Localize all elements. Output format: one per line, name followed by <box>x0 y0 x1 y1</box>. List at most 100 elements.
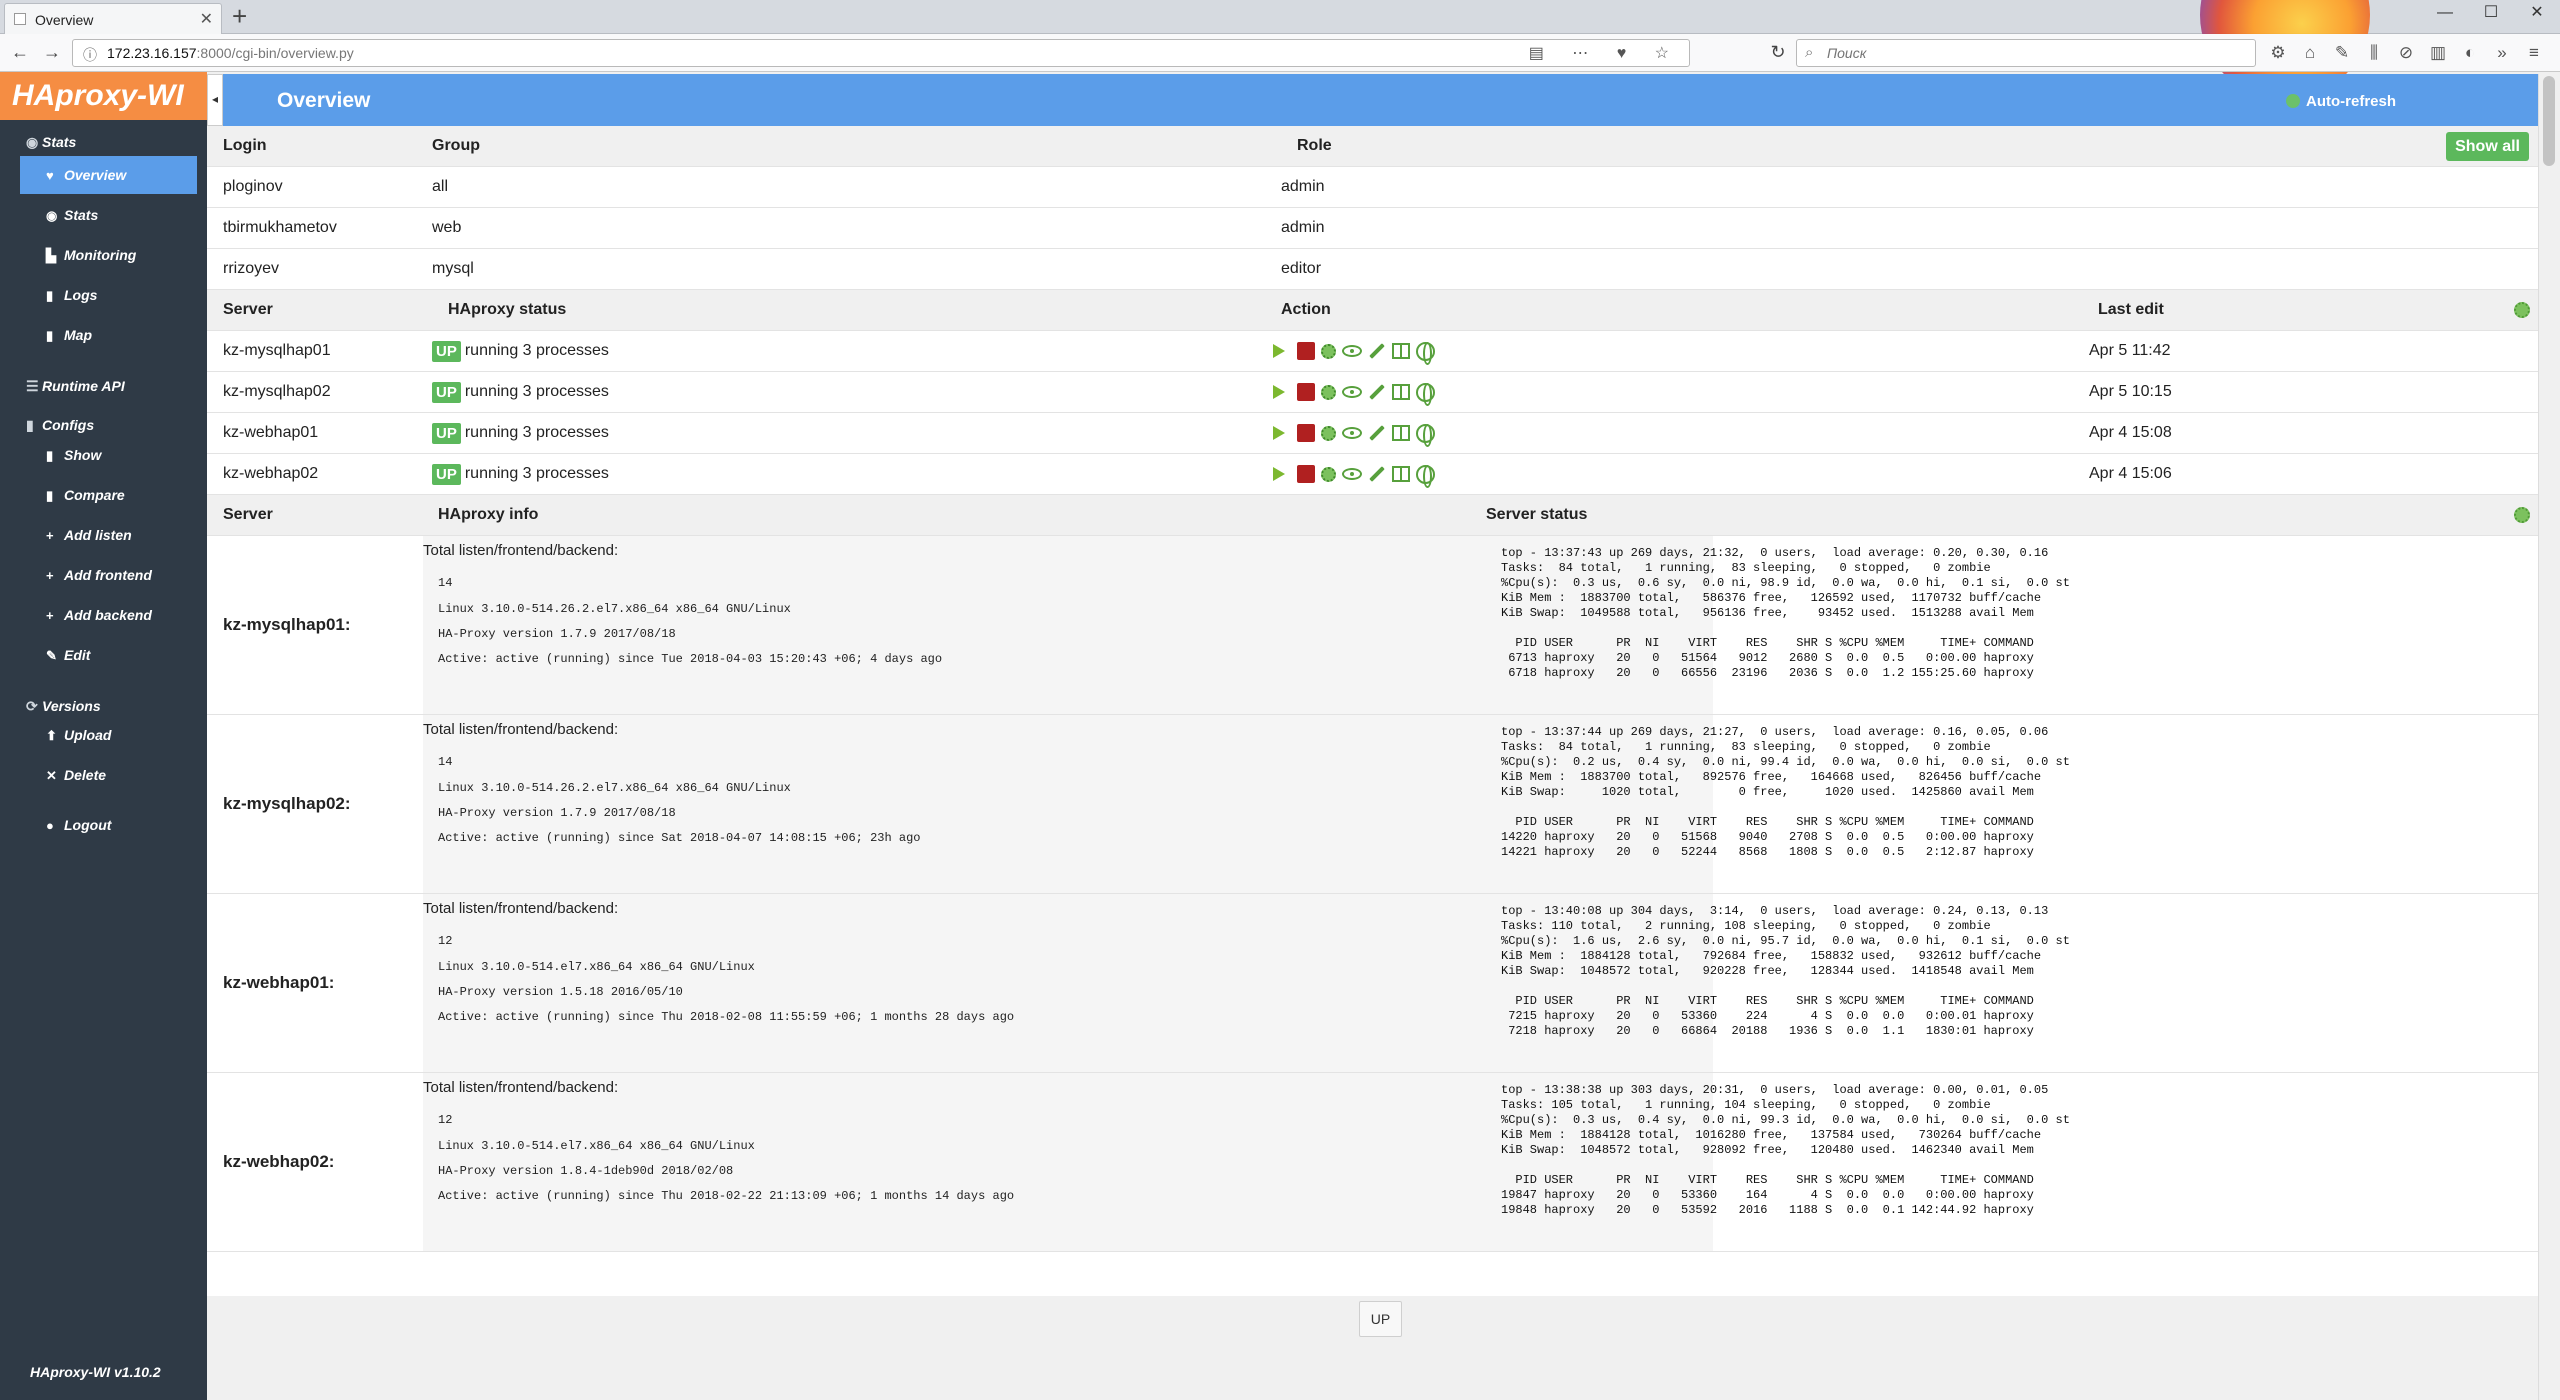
view-icon[interactable] <box>1342 468 1362 480</box>
start-icon[interactable] <box>1273 426 1285 440</box>
sidebar-section-versions[interactable]: ⟳ Versions <box>26 698 101 715</box>
stop-icon[interactable] <box>1297 342 1315 360</box>
show-all-button[interactable]: Show all <box>2446 132 2529 161</box>
sidebar-item-monitoring[interactable]: ▙ Monitoring <box>20 236 197 274</box>
edit-icon[interactable] <box>1369 425 1385 441</box>
scroll-up-button[interactable]: UP <box>1359 1301 1402 1337</box>
view-icon[interactable] <box>1342 345 1362 357</box>
edit-icon[interactable] <box>1369 343 1385 359</box>
sidebar-icon[interactable]: ▥ <box>2426 43 2450 63</box>
sidebar-item-stats[interactable]: ◉ Stats <box>20 196 197 234</box>
table-row: tbirmukhametov web admin <box>207 208 2538 249</box>
sidebar-item-delete[interactable]: ✕ Delete <box>20 756 197 794</box>
tools-icon[interactable]: ✎ <box>2330 43 2354 63</box>
search-input[interactable] <box>1827 43 2227 63</box>
sidebar-item-logs[interactable]: ▮ Logs <box>20 276 197 314</box>
browser-tab[interactable]: Overview ✕ <box>4 3 222 34</box>
pencil-icon: ✎ <box>46 648 57 663</box>
sidebar-item-edit[interactable]: ✎ Edit <box>20 636 197 674</box>
close-tab-icon[interactable]: ✕ <box>200 9 213 29</box>
sidebar-item-upload[interactable]: ⬆ Upload <box>20 716 197 754</box>
url-path: :8000/cgi-bin/overview.py <box>196 45 354 61</box>
extension-icon[interactable]: ◐ <box>2458 43 2482 63</box>
url-actions[interactable]: ▤ ⋯ ♥ ☆ <box>1529 43 1681 63</box>
map-icon[interactable] <box>1416 423 1435 447</box>
table-row: kz-mysqlhap01 UP running 3 processes Apr … <box>207 331 2538 372</box>
sidebar-item-add-frontend[interactable]: + Add frontend <box>20 556 197 594</box>
search-box[interactable]: ⌕ <box>1796 39 2256 67</box>
more-tools-icon[interactable]: » <box>2490 43 2514 63</box>
app-logo[interactable]: HAproxy-WI <box>0 72 207 120</box>
scrollbar-thumb[interactable] <box>2543 76 2555 166</box>
new-tab-icon[interactable]: + <box>232 2 247 30</box>
settings-icon[interactable]: ⚙ <box>2266 43 2290 63</box>
url-bar[interactable]: ⓘ 172.23.16.157:8000/cgi-bin/overview.py… <box>72 39 1690 67</box>
info-count: 14 <box>438 755 453 769</box>
adblock-icon[interactable]: ⊘ <box>2394 43 2418 63</box>
minimize-icon[interactable]: — <box>2422 0 2468 28</box>
stop-icon[interactable] <box>1297 424 1315 442</box>
start-icon[interactable] <box>1273 467 1285 481</box>
sidebar-item-logout[interactable]: ● Logout <box>20 806 197 844</box>
user-group: web <box>432 219 462 236</box>
library-icon[interactable]: ⫼ <box>2362 43 2386 63</box>
server-info-name: kz-webhap01: <box>223 973 335 992</box>
forward-icon[interactable]: → <box>40 41 64 65</box>
sidebar-section-configs[interactable]: ▮ Configs <box>26 417 94 434</box>
status-badge: UP <box>432 463 461 485</box>
compare-icon[interactable] <box>1392 425 1410 441</box>
compare-icon[interactable] <box>1392 343 1410 359</box>
sidebar-item-map[interactable]: ▮ Map <box>20 316 197 354</box>
stop-icon[interactable] <box>1297 465 1315 483</box>
user-role: editor <box>1281 260 1322 277</box>
server-info-name: kz-mysqlhap02: <box>223 794 351 813</box>
edit-icon[interactable] <box>1369 384 1385 400</box>
info-count: 12 <box>438 934 453 948</box>
info-kernel: Linux 3.10.0-514.26.2.el7.x86_64 x86_64 … <box>438 781 791 795</box>
view-icon[interactable] <box>1342 427 1362 439</box>
map-icon[interactable] <box>1416 464 1435 488</box>
sidebar-item-show[interactable]: ▮ Show <box>20 436 197 474</box>
sidebar-item-compare[interactable]: ▮ Compare <box>20 476 197 514</box>
map-icon[interactable] <box>1416 382 1435 406</box>
sidebar-section-stats[interactable]: ◉ Stats <box>26 134 76 151</box>
restart-icon[interactable] <box>1321 466 1336 482</box>
scrollbar[interactable] <box>2538 74 2560 1400</box>
sidebar-item-overview[interactable]: ♥ Overview <box>20 156 197 194</box>
compare-icon[interactable] <box>1392 466 1410 482</box>
info-version: HA-Proxy version 1.7.9 2017/08/18 <box>438 806 676 820</box>
sidebar-section-runtime-api[interactable]: ☰ Runtime API <box>26 378 125 395</box>
auto-refresh-button[interactable]: Auto-refresh <box>2286 93 2396 110</box>
stop-icon[interactable] <box>1297 383 1315 401</box>
sidebar-item-add-listen[interactable]: + Add listen <box>20 516 197 554</box>
map-icon[interactable] <box>1416 341 1435 365</box>
servers-table-header: Server HAproxy status Action Last edit <box>207 290 2538 331</box>
reload-icon[interactable]: ↻ <box>1766 41 1790 65</box>
collapse-sidebar-button[interactable]: ◂ <box>207 74 223 126</box>
start-icon[interactable] <box>1273 385 1285 399</box>
user-icon: ● <box>46 818 54 833</box>
back-icon[interactable]: ← <box>8 41 32 65</box>
file-icon: ▮ <box>46 448 54 463</box>
edit-icon[interactable] <box>1369 466 1385 482</box>
refresh-servers-icon[interactable] <box>2514 302 2530 318</box>
info-active: Active: active (running) since Thu 2018-… <box>438 1010 1015 1024</box>
menu-icon[interactable]: ≡ <box>2522 43 2546 63</box>
close-window-icon[interactable]: ✕ <box>2514 0 2560 28</box>
user-group: all <box>432 178 449 195</box>
refresh-info-icon[interactable] <box>2514 507 2530 523</box>
server-info-name: kz-mysqlhap01: <box>223 615 351 634</box>
compare-icon[interactable] <box>1392 384 1410 400</box>
view-icon[interactable] <box>1342 386 1362 398</box>
sidebar-item-add-backend[interactable]: + Add backend <box>20 596 197 634</box>
restart-icon[interactable] <box>1321 425 1336 441</box>
column-header-haproxy-info: HAproxy info <box>438 506 539 523</box>
maximize-icon[interactable]: ☐ <box>2468 0 2514 28</box>
home-icon[interactable]: ⌂ <box>2298 43 2322 63</box>
info-icon[interactable]: ⓘ <box>83 45 97 65</box>
last-edit: Apr 4 15:08 <box>2089 424 2172 441</box>
status-badge: UP <box>432 340 461 362</box>
restart-icon[interactable] <box>1321 343 1336 359</box>
start-icon[interactable] <box>1273 344 1285 358</box>
restart-icon[interactable] <box>1321 384 1336 400</box>
